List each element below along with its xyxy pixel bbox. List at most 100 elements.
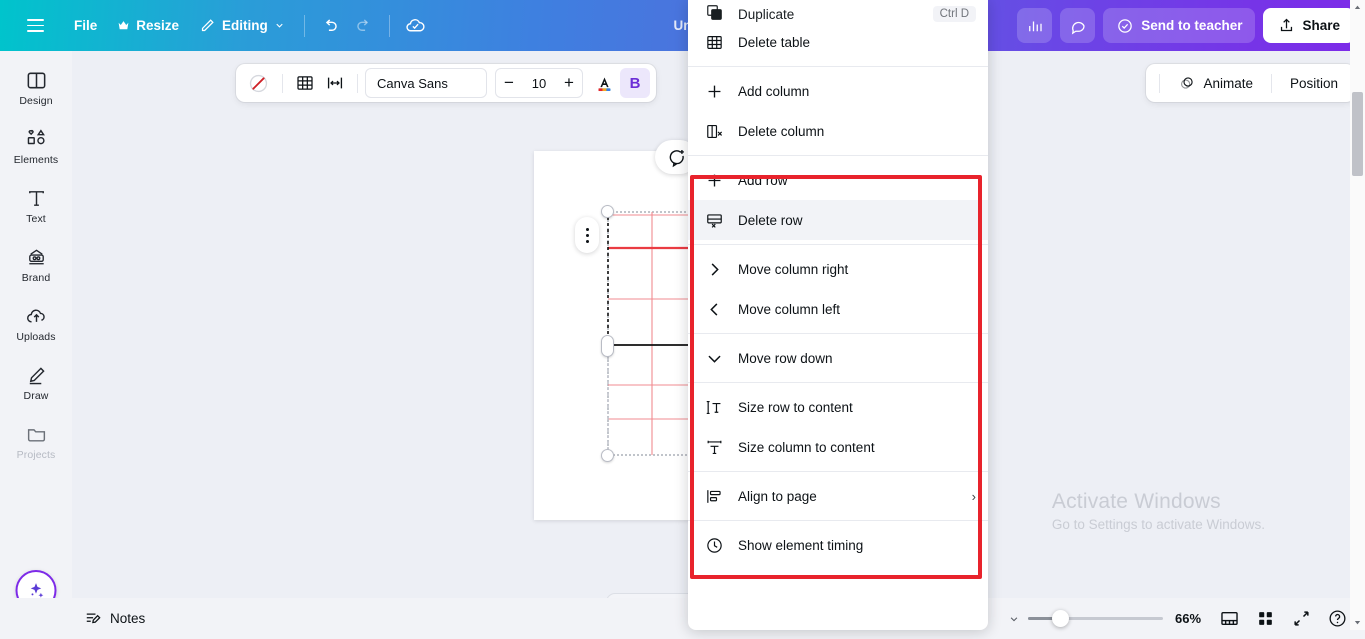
menu-divider bbox=[688, 333, 988, 334]
windows-activation-watermark: Activate Windows Go to Settings to activ… bbox=[1052, 490, 1265, 532]
share-button[interactable]: Share bbox=[1263, 8, 1355, 43]
resize-button[interactable]: Resize bbox=[107, 12, 189, 39]
menu-item-align-to-page[interactable]: Align to page › bbox=[688, 476, 988, 516]
scroll-up-arrow-icon[interactable] bbox=[1350, 0, 1365, 15]
cell-color-button[interactable] bbox=[242, 68, 275, 98]
menu-item-add-row[interactable]: Add row bbox=[688, 160, 988, 200]
zoom-slider[interactable] bbox=[1028, 610, 1163, 628]
menu-item-add-column[interactable]: Add column bbox=[688, 71, 988, 111]
menu-item-duplicate[interactable]: Duplicate Ctrl D bbox=[688, 0, 988, 22]
send-to-teacher-button[interactable]: Send to teacher bbox=[1103, 8, 1256, 43]
bold-label: B bbox=[629, 74, 641, 92]
cloud-upload-icon bbox=[26, 309, 45, 323]
menu-item-delete-column[interactable]: Delete column bbox=[688, 111, 988, 151]
saved-status-button[interactable] bbox=[399, 9, 432, 42]
grid-view-button[interactable] bbox=[1249, 603, 1281, 635]
chevron-down-icon bbox=[276, 23, 283, 28]
fullscreen-button[interactable] bbox=[1285, 603, 1317, 635]
table-options-button[interactable] bbox=[290, 68, 320, 98]
brand-stamp-icon bbox=[28, 249, 44, 265]
editing-label: Editing bbox=[222, 18, 268, 33]
notes-button[interactable]: Notes bbox=[84, 609, 145, 628]
position-button[interactable]: Position bbox=[1279, 68, 1349, 98]
insights-button[interactable] bbox=[1017, 8, 1053, 43]
table-resize-handle-bottom[interactable] bbox=[601, 449, 614, 462]
divider bbox=[303, 14, 305, 37]
font-size-increase-button[interactable]: + bbox=[556, 69, 582, 97]
editing-mode-button[interactable]: Editing bbox=[189, 11, 295, 40]
sidebar-item-elements[interactable]: Elements bbox=[3, 128, 69, 166]
sidebar-item-projects[interactable]: Projects bbox=[3, 423, 69, 461]
divider bbox=[388, 14, 390, 37]
menu-item-label: Size column to content bbox=[738, 439, 875, 455]
font-size-stepper[interactable]: − 10 + bbox=[495, 68, 583, 98]
file-label: File bbox=[74, 18, 98, 33]
sidebar-item-text[interactable]: Text bbox=[3, 187, 69, 225]
top-bar-right-actions: Send to teacher Share bbox=[1017, 0, 1355, 51]
send-to-teacher-label: Send to teacher bbox=[1141, 18, 1243, 33]
sidebar-item-draw[interactable]: Draw bbox=[3, 364, 69, 402]
chevron-left-icon bbox=[704, 299, 724, 319]
zoom-percent-label[interactable]: 66% bbox=[1167, 611, 1209, 626]
menu-item-label: Delete row bbox=[738, 212, 803, 228]
comments-button[interactable] bbox=[1060, 8, 1096, 43]
row-resize-handle[interactable] bbox=[601, 335, 614, 357]
font-size-value[interactable]: 10 bbox=[522, 76, 556, 91]
table-context-menu[interactable]: Duplicate Ctrl D Delete table Add column Del… bbox=[688, 0, 988, 630]
menu-item-move-row-down[interactable]: Move row down bbox=[688, 338, 988, 378]
page-view-button[interactable] bbox=[1213, 603, 1245, 635]
undo-button[interactable] bbox=[314, 9, 347, 42]
bold-button[interactable]: B bbox=[620, 68, 650, 98]
menu-item-shortcut: Ctrl D bbox=[932, 6, 976, 22]
menu-item-label: Size row to content bbox=[738, 399, 853, 415]
redo-button[interactable] bbox=[347, 9, 380, 42]
help-button[interactable] bbox=[1321, 603, 1353, 635]
help-question-icon bbox=[1328, 610, 1346, 627]
watermark-title: Activate Windows bbox=[1051, 490, 1221, 513]
font-size-decrease-button[interactable]: − bbox=[496, 69, 522, 97]
clock-icon bbox=[704, 535, 724, 555]
menu-item-size-column-to-content[interactable]: Size column to content bbox=[688, 427, 988, 467]
font-family-select[interactable]: Canva Sans bbox=[365, 68, 487, 98]
sidebar-label-uploads: Uploads bbox=[16, 331, 56, 343]
sidebar-label-draw: Draw bbox=[23, 390, 49, 402]
table-more-options-button[interactable] bbox=[575, 217, 599, 253]
caret-down-icon bbox=[1010, 616, 1018, 621]
menu-item-delete-table[interactable]: Delete table bbox=[688, 22, 988, 62]
cell-width-button[interactable] bbox=[320, 68, 350, 98]
menu-item-label: Move row down bbox=[738, 350, 833, 366]
submenu-chevron-right-icon: › bbox=[971, 488, 976, 504]
sidebar-item-brand[interactable]: Brand bbox=[3, 246, 69, 284]
file-menu-button[interactable]: File bbox=[64, 12, 107, 39]
scrollbar-thumb[interactable] bbox=[1352, 92, 1363, 176]
table-resize-handle-top[interactable] bbox=[601, 205, 614, 218]
design-panel-icon bbox=[27, 72, 45, 89]
sidebar-label-design: Design bbox=[19, 95, 53, 107]
menu-divider bbox=[688, 155, 988, 156]
hamburger-icon[interactable] bbox=[18, 9, 52, 43]
zoom-menu-button[interactable] bbox=[1004, 605, 1024, 633]
menu-item-show-element-timing[interactable]: Show element timing bbox=[688, 525, 988, 565]
scroll-down-arrow-icon[interactable] bbox=[1350, 615, 1365, 630]
zoom-thumb[interactable] bbox=[1052, 610, 1070, 627]
animate-button[interactable]: Animate bbox=[1167, 68, 1264, 98]
context-menu-scrollbar[interactable] bbox=[1350, 0, 1365, 630]
plus-icon bbox=[704, 81, 724, 101]
cell-width-icon bbox=[327, 77, 343, 89]
menu-divider bbox=[688, 244, 988, 245]
menu-item-move-column-left[interactable]: Move column left bbox=[688, 289, 988, 329]
menu-item-move-column-right[interactable]: Move column right bbox=[688, 249, 988, 289]
size-column-icon bbox=[704, 437, 724, 457]
text-color-button[interactable] bbox=[589, 68, 620, 98]
delete-row-icon bbox=[704, 210, 724, 230]
menu-item-delete-row[interactable]: Delete row bbox=[688, 200, 988, 240]
animate-label: Animate bbox=[1203, 75, 1253, 91]
sidebar-label-brand: Brand bbox=[21, 272, 51, 284]
menu-item-label: Move column right bbox=[738, 261, 849, 277]
menu-item-size-row-to-content[interactable]: Size row to content bbox=[688, 387, 988, 427]
sidebar-item-design[interactable]: Design bbox=[3, 69, 69, 107]
top-bar: File Resize Editing Un Send to teacher S… bbox=[0, 0, 1365, 51]
undo-icon bbox=[325, 19, 337, 31]
sidebar-label-text: Text bbox=[26, 213, 46, 225]
sidebar-item-uploads[interactable]: Uploads bbox=[3, 305, 69, 343]
